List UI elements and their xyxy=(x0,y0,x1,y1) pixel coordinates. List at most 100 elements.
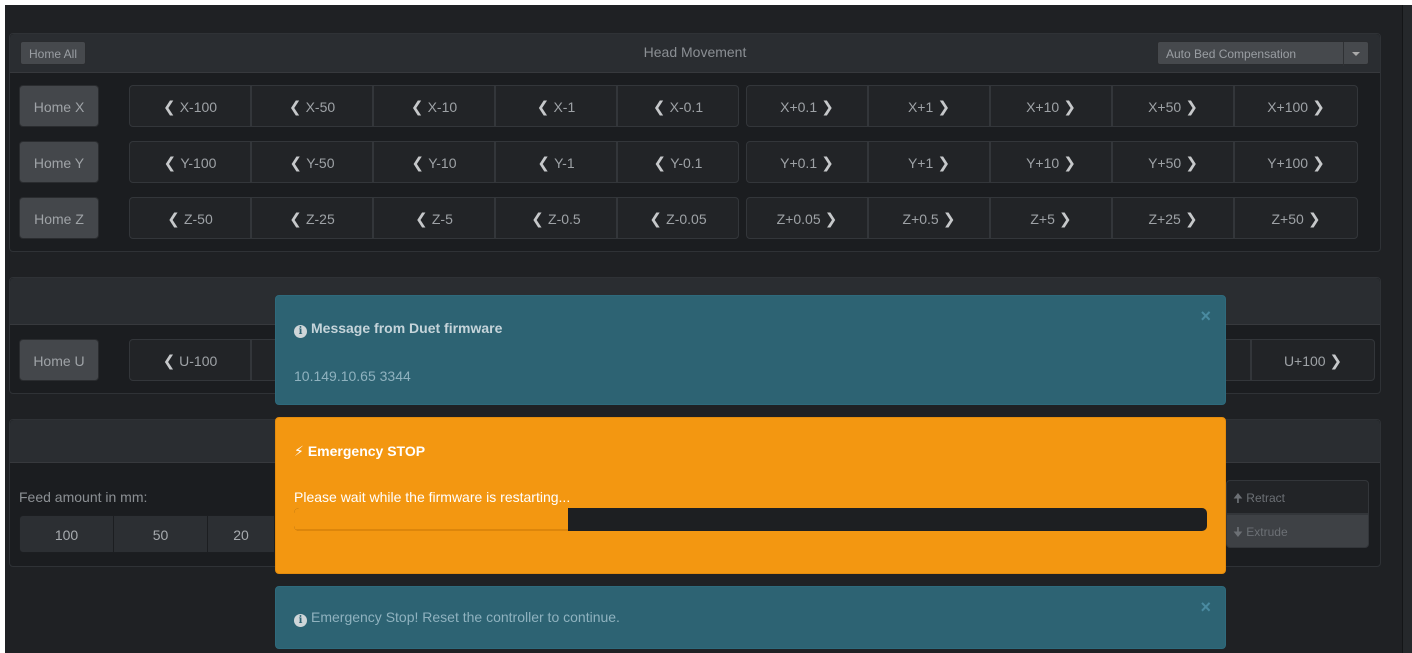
chevron-right-icon: ❯ xyxy=(938,211,956,228)
move-label: Y-50 xyxy=(306,155,335,171)
move-button[interactable]: Y+100 ❯ xyxy=(1234,141,1358,183)
move-label: Y+100 xyxy=(1267,155,1309,171)
restart-progress-bar xyxy=(294,508,1207,531)
chevron-down-icon[interactable] xyxy=(1343,42,1368,66)
move-u-minus-100-button[interactable]: ❮ U-100 xyxy=(129,339,251,381)
move-button[interactable]: Y+1 ❯ xyxy=(868,141,990,183)
move-button[interactable]: ❮ Y-0.1 xyxy=(617,141,739,183)
axis-row-x: Home X ❮ X-100 ❮ X-50 ❮ X-10 ❮ X-1 ❮ X-0.1 X+0… xyxy=(19,85,1375,127)
move-label: X+10 xyxy=(1026,99,1060,115)
move-button[interactable]: Z+0.05 ❯ xyxy=(746,197,868,239)
move-label: Y+0.1 xyxy=(780,155,818,171)
move-button[interactable]: Z+50 ❯ xyxy=(1234,197,1358,239)
emergency-stop-alert: ⚡︎ Emergency STOP Please wait while the f… xyxy=(275,417,1226,574)
move-u-plus-100-button[interactable]: U+100 ❯ xyxy=(1251,339,1375,381)
move-button[interactable]: X+0.1 ❯ xyxy=(746,85,868,127)
feed-20-button[interactable]: 20 xyxy=(207,515,275,553)
move-button[interactable]: Y+0.1 ❯ xyxy=(746,141,868,183)
chevron-left-icon: ❮ xyxy=(415,211,432,228)
bolt-icon: ⚡︎ xyxy=(294,443,304,459)
alert-title: i Message from Duet firmware xyxy=(294,320,502,338)
move-button[interactable]: ❮ Y-100 xyxy=(129,141,251,183)
chevron-left-icon: ❮ xyxy=(411,155,429,172)
move-button[interactable]: X+10 ❯ xyxy=(990,85,1112,127)
move-button[interactable]: X+1 ❯ xyxy=(868,85,990,127)
move-label: Z-0.5 xyxy=(548,211,581,227)
home-z-button[interactable]: Home Z xyxy=(19,197,99,239)
move-button[interactable]: Y+50 ❯ xyxy=(1112,141,1234,183)
move-button[interactable]: ❮ Y-10 xyxy=(373,141,495,183)
chevron-right-icon: ❯ xyxy=(1181,155,1198,172)
firmware-message-alert: × i Message from Duet firmware 10.149.10.… xyxy=(275,295,1226,405)
alert-body: i Emergency Stop! Reset the controller to… xyxy=(294,609,620,627)
chevron-right-icon: ❯ xyxy=(1308,155,1325,172)
extrude-label: Extrude xyxy=(1246,525,1288,539)
arrow-down-icon: 🠋 xyxy=(1233,525,1243,539)
reset-controller-alert: × i Emergency Stop! Reset the controller … xyxy=(275,586,1226,649)
chevron-left-icon: ❮ xyxy=(162,353,176,370)
chevron-right-icon: ❯ xyxy=(933,99,951,116)
head-movement-header: Home All Head Movement Auto Bed Compensa… xyxy=(10,34,1380,73)
move-button[interactable]: X+50 ❯ xyxy=(1112,85,1234,127)
info-circle-icon: i xyxy=(294,325,307,338)
move-label: X+50 xyxy=(1148,99,1182,115)
chevron-left-icon: ❮ xyxy=(167,211,184,228)
move-label: Z+50 xyxy=(1271,211,1304,227)
move-button[interactable]: Y+10 ❯ xyxy=(990,141,1112,183)
move-button[interactable]: ❮ Z-5 xyxy=(373,197,495,239)
move-button[interactable]: ❮ X-100 xyxy=(129,85,251,127)
move-label: Z+25 xyxy=(1148,211,1181,227)
move-button[interactable]: X+100 ❯ xyxy=(1234,85,1358,127)
move-label: X-10 xyxy=(427,99,458,115)
move-button[interactable]: Z+25 ❯ xyxy=(1112,197,1234,239)
auto-bed-compensation-label: Auto Bed Compensation xyxy=(1166,47,1297,61)
move-label: Y+50 xyxy=(1148,155,1182,171)
move-button[interactable]: ❮ Z-0.5 xyxy=(495,197,617,239)
home-u-button[interactable]: Home U xyxy=(19,339,99,381)
chevron-right-icon: ❯ xyxy=(1308,99,1325,116)
chevron-right-icon: ❯ xyxy=(933,155,951,172)
scrollbar[interactable] xyxy=(1402,5,1412,653)
move-button[interactable]: ❮ Z-50 xyxy=(129,197,251,239)
move-button[interactable]: ❮ X-1 xyxy=(495,85,617,127)
chevron-left-icon: ❮ xyxy=(162,99,180,116)
move-label: X-100 xyxy=(179,99,218,115)
move-label: X-50 xyxy=(305,99,336,115)
close-icon[interactable]: × xyxy=(1200,597,1211,618)
axis-row-z: Home Z ❮ Z-50 ❮ Z-25 ❮ Z-5 ❮ Z-0.5 ❮ Z-0.05 Z+… xyxy=(19,197,1375,239)
chevron-left-icon: ❮ xyxy=(536,99,554,116)
move-button[interactable]: ❮ X-10 xyxy=(373,85,495,127)
move-button[interactable]: ❮ Y-1 xyxy=(495,141,617,183)
move-button[interactable]: Z+5 ❯ xyxy=(990,197,1112,239)
home-y-button[interactable]: Home Y xyxy=(19,141,99,183)
chevron-left-icon: ❮ xyxy=(163,155,181,172)
chevron-left-icon: ❮ xyxy=(652,99,670,116)
move-button[interactable]: ❮ Z-0.05 xyxy=(617,197,739,239)
extrude-button[interactable]: 🠋 Extrude xyxy=(1226,514,1369,548)
app-window: Home All Head Movement Auto Bed Compensa… xyxy=(5,5,1412,653)
chevron-left-icon: ❮ xyxy=(289,155,307,172)
alert-title: ⚡︎ Emergency STOP xyxy=(294,443,426,459)
home-x-button[interactable]: Home X xyxy=(19,85,99,127)
retract-button[interactable]: 🠉 Retract xyxy=(1226,480,1369,514)
chevron-right-icon: ❯ xyxy=(1303,211,1321,228)
move-label: Y-0.1 xyxy=(670,155,703,171)
move-button[interactable]: ❮ Y-50 xyxy=(251,141,373,183)
chevron-right-icon: ❯ xyxy=(1181,99,1198,116)
move-button[interactable]: ❮ X-50 xyxy=(251,85,373,127)
move-button[interactable]: Z+0.5 ❯ xyxy=(868,197,990,239)
move-label: Z-5 xyxy=(431,211,453,227)
close-icon[interactable]: × xyxy=(1200,306,1211,327)
feed-100-button[interactable]: 100 xyxy=(19,515,114,553)
move-label: Y-100 xyxy=(180,155,217,171)
feed-50-button[interactable]: 50 xyxy=(113,515,208,553)
auto-bed-compensation-button[interactable]: Auto Bed Compensation xyxy=(1157,41,1369,66)
move-label: Y-1 xyxy=(554,155,575,171)
alert-body: 10.149.10.65 3344 xyxy=(294,368,411,384)
chevron-right-icon: ❯ xyxy=(1180,211,1198,228)
move-button[interactable]: ❮ Z-25 xyxy=(251,197,373,239)
chevron-left-icon: ❮ xyxy=(410,99,428,116)
head-movement-panel: Home All Head Movement Auto Bed Compensa… xyxy=(9,33,1381,252)
move-button[interactable]: ❮ X-0.1 xyxy=(617,85,739,127)
alert-body: Please wait while the firmware is restar… xyxy=(294,489,571,505)
